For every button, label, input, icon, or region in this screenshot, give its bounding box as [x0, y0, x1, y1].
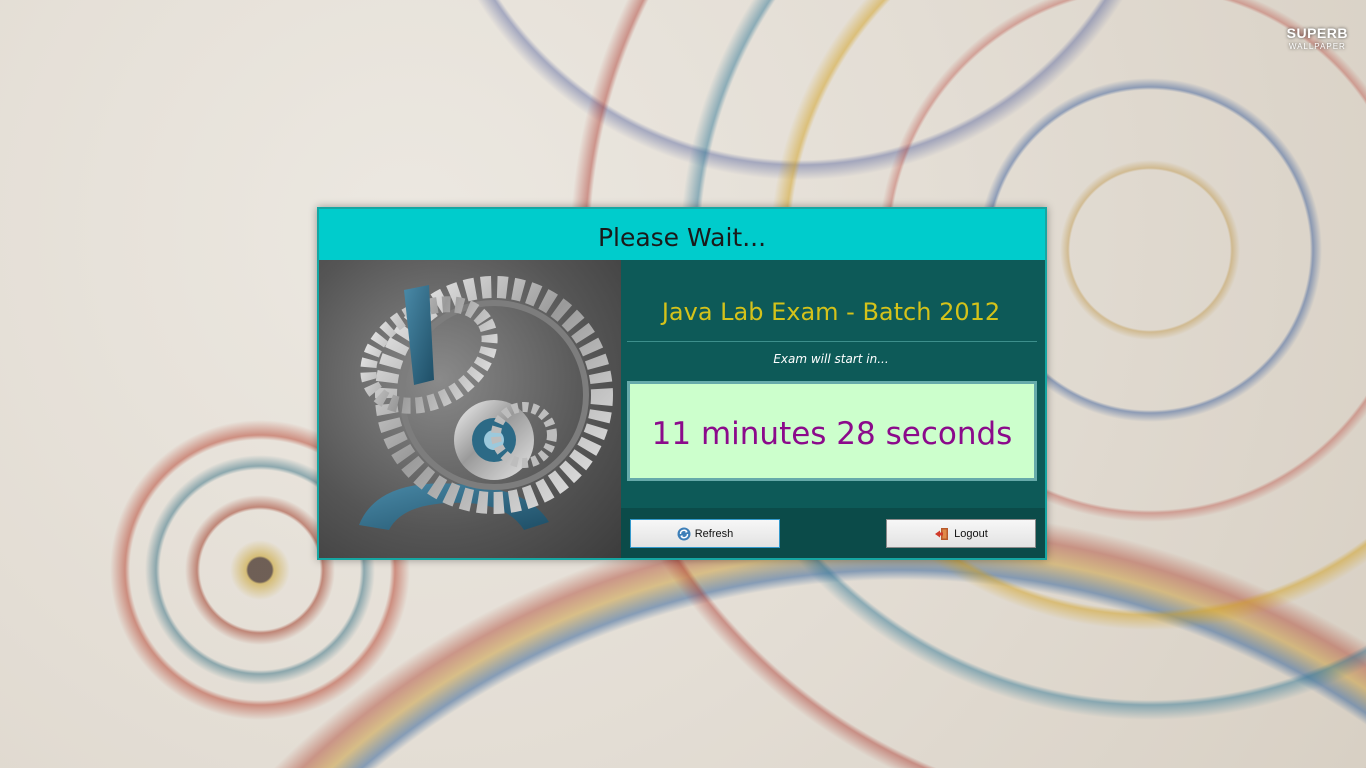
wallpaper-watermark: SUPERB WALLPAPER	[1287, 26, 1348, 54]
countdown-timer: 11 minutes 28 seconds	[627, 381, 1037, 481]
start-label: Exam will start in...	[773, 352, 889, 366]
exam-title: Java Lab Exam - Batch 2012	[661, 298, 1001, 326]
button-bar: Refresh Logout	[621, 508, 1045, 558]
logout-button[interactable]: Logout	[886, 519, 1036, 548]
refresh-icon	[677, 527, 691, 541]
watermark-sub: WALLPAPER	[1288, 42, 1346, 51]
content-pane: Java Lab Exam - Batch 2012 Exam will sta…	[621, 260, 1045, 558]
refresh-label: Refresh	[694, 527, 734, 540]
gears-image	[319, 260, 621, 558]
watermark-main: SUPERB	[1286, 25, 1348, 41]
refresh-button[interactable]: Refresh	[630, 519, 780, 548]
logout-label: Logout	[954, 527, 988, 540]
gears-icon	[359, 276, 613, 530]
dialog-title: Please Wait...	[319, 209, 1045, 260]
divider	[627, 341, 1037, 342]
logout-door-icon	[934, 527, 950, 541]
please-wait-dialog: Please Wait... Java Lab Exam - Batch 201…	[317, 207, 1047, 560]
